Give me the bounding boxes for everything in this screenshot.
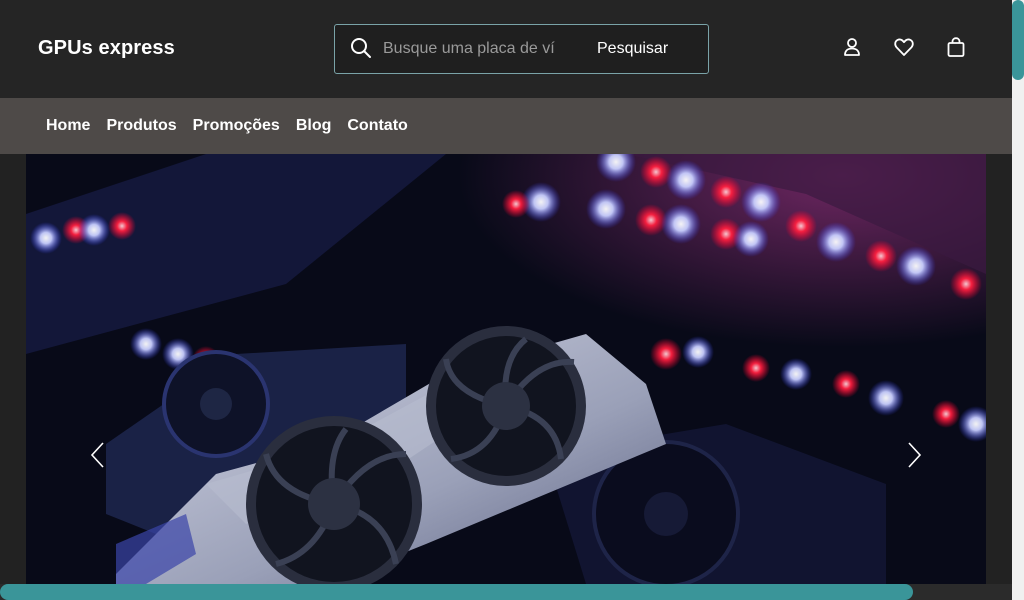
scrollbar-corner (1012, 584, 1024, 600)
heart-icon[interactable] (893, 36, 915, 58)
vertical-scrollbar-thumb[interactable] (1012, 0, 1024, 80)
shopping-bag-icon[interactable] (945, 36, 967, 58)
site-logo[interactable]: GPUs express (38, 37, 175, 60)
site-header: GPUs express Pesquisar (0, 0, 1012, 98)
horizontal-scrollbar-thumb[interactable] (0, 584, 913, 600)
chevron-left-icon[interactable] (88, 440, 108, 470)
search-button[interactable]: Pesquisar (597, 37, 668, 61)
vertical-scrollbar-track[interactable] (1012, 0, 1024, 584)
search-icon[interactable] (349, 36, 373, 60)
chevron-right-icon[interactable] (904, 440, 924, 470)
search-input[interactable] (383, 37, 555, 61)
hero-image (26, 154, 986, 584)
main-nav: Home Produtos Promoções Blog Contato (0, 98, 1012, 154)
nav-blog[interactable]: Blog (296, 117, 332, 135)
user-icon[interactable] (841, 36, 863, 58)
nav-contato[interactable]: Contato (347, 117, 407, 135)
search-bar: Pesquisar (334, 24, 709, 74)
nav-promocoes[interactable]: Promoções (193, 117, 280, 135)
nav-home[interactable]: Home (46, 117, 90, 135)
hero-carousel (26, 154, 986, 584)
nav-produtos[interactable]: Produtos (106, 117, 176, 135)
